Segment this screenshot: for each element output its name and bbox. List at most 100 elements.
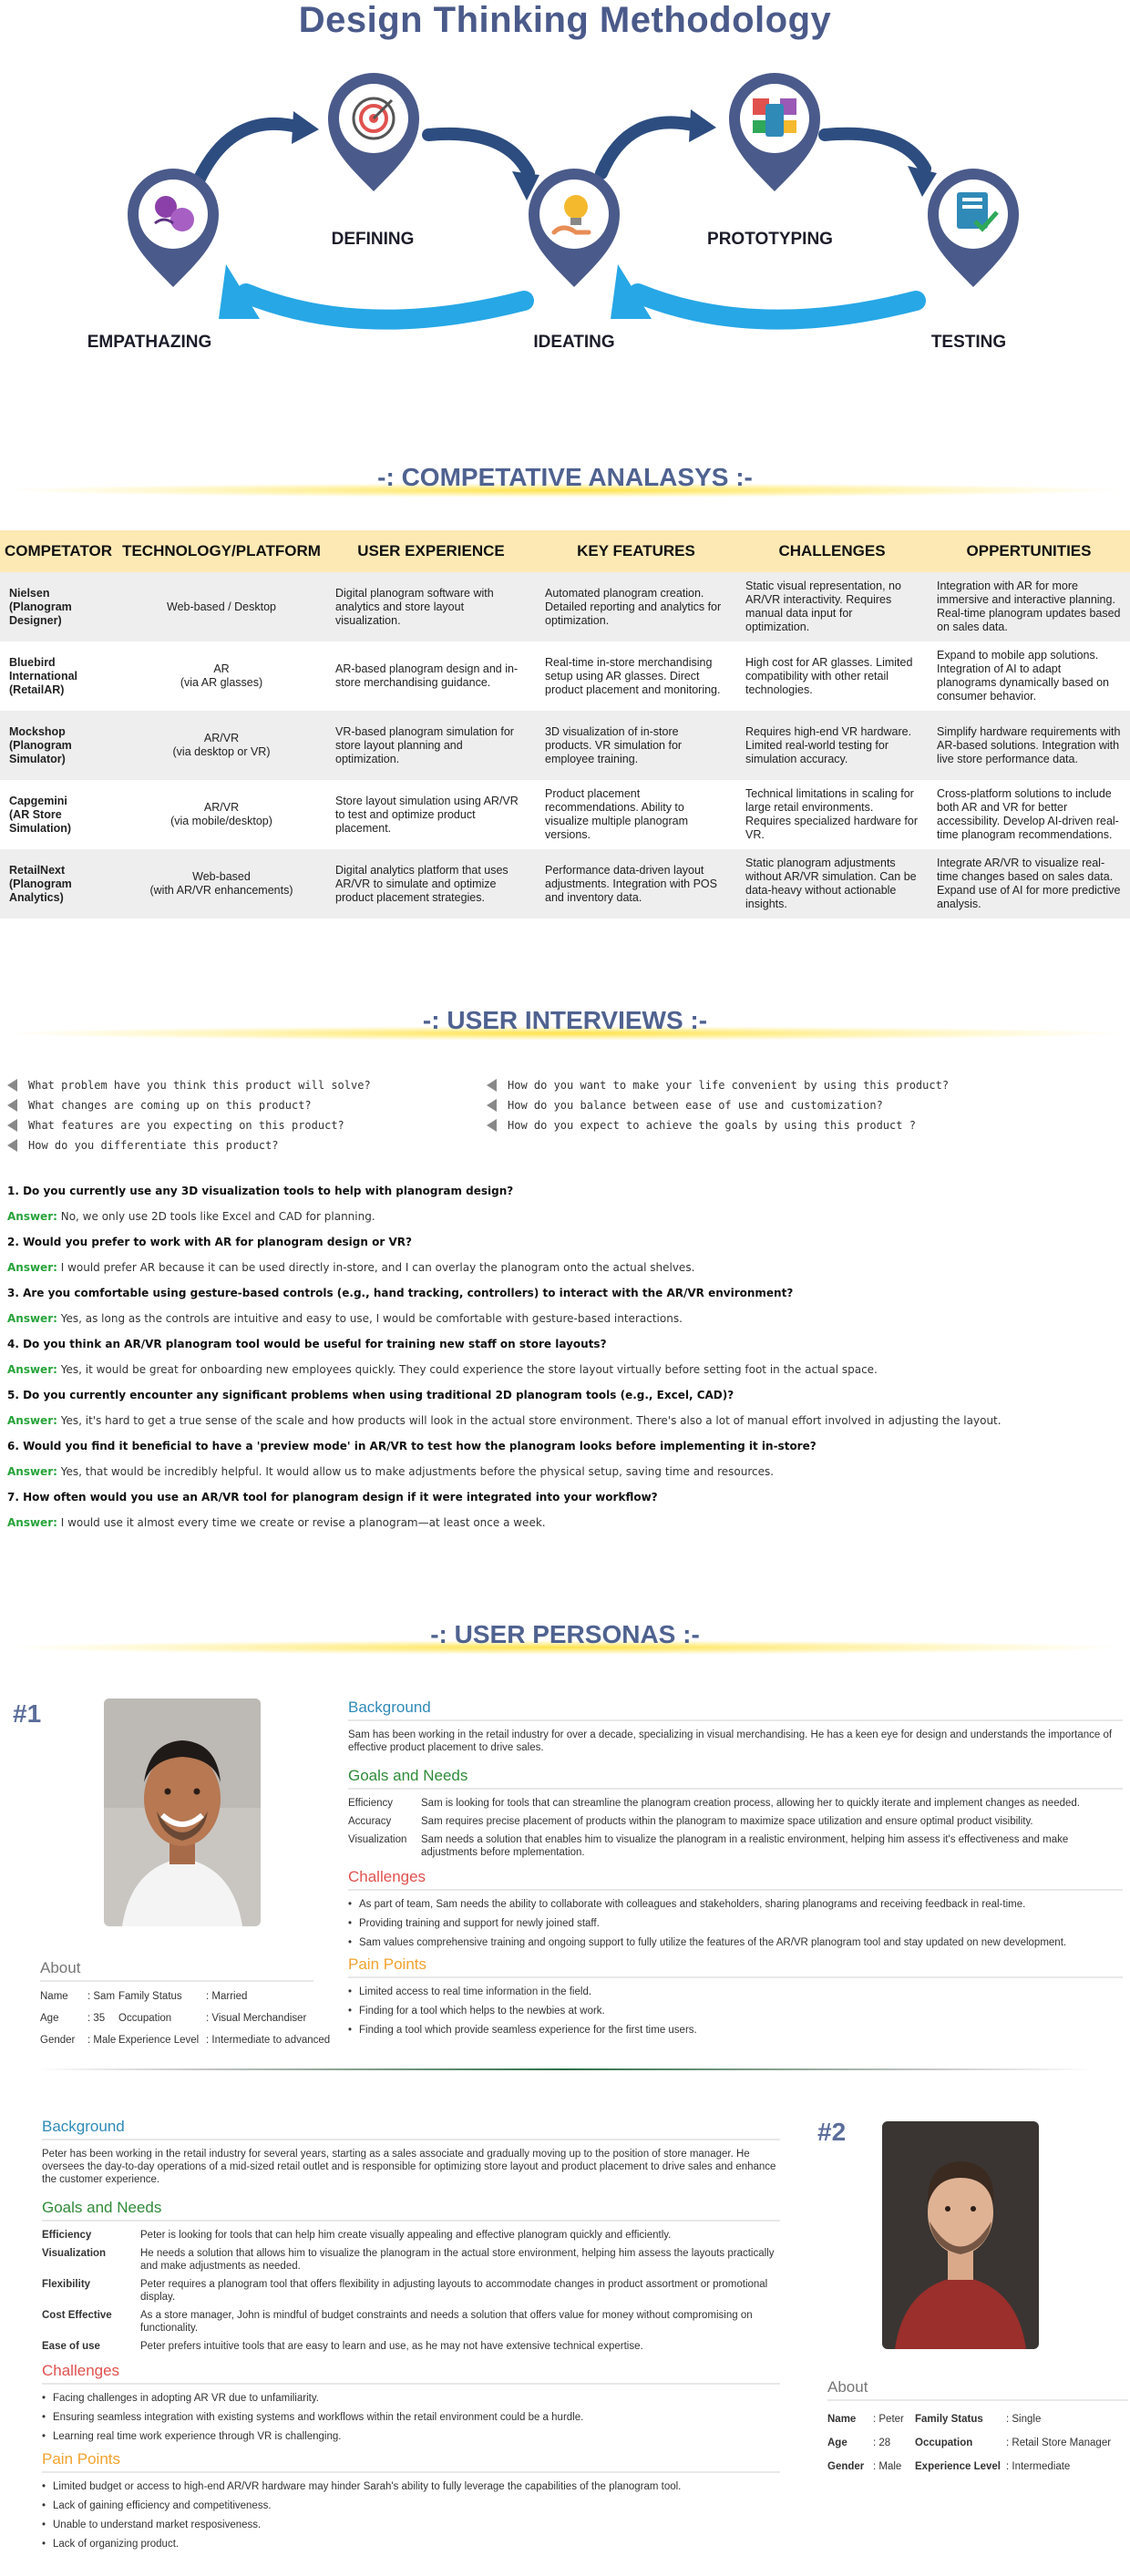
bullet-text: Lack of gaining efficiency and competiti… <box>53 2500 272 2511</box>
prompt-text: What changes are coming up on this produ… <box>28 1099 312 1112</box>
about-name-key: Name <box>827 2414 857 2425</box>
competitive-heading: -: COMPETATIVE ANALASYS :- <box>377 463 753 491</box>
persona-photo <box>104 1699 261 1926</box>
persona-number: #1 <box>13 1699 42 1728</box>
about-title: About <box>40 1959 313 1982</box>
bullet-item: • Facing challenges in adopting AR VR due… <box>42 2392 780 2405</box>
goal-key: Visualization <box>348 1834 407 1845</box>
answer-text: Yes, as long as the controls are intuiti… <box>56 1312 683 1325</box>
bullet-item: • Lack of organizing product. <box>42 2538 780 2550</box>
pain-points-title: Pain Points <box>42 2450 780 2473</box>
goals-list: Efficiency Peter is looking for tools tha… <box>42 2229 780 2353</box>
prompt-text: What features are you expecting on this … <box>28 1119 344 1132</box>
interview-question: 6. Would you find it beneficial to have … <box>7 1440 817 1452</box>
key-features-cell: Real-time in-store merchandising setup u… <box>545 655 721 696</box>
goal-row: Accuracy Sam requires precise placement o… <box>348 1815 1123 1828</box>
arrow-test-to-ideate <box>628 283 926 330</box>
user-experience-cell: Store layout simulation using AR/VR to t… <box>335 794 519 835</box>
table-row: Bluebird International (RetailAR) AR (via… <box>0 641 1130 711</box>
bullet-icon: • <box>42 2431 46 2442</box>
opportunities-cell: Integrate AR/VR to visualize real-time c… <box>928 849 1130 919</box>
opportunities-cell: Cross-platform solutions to include both… <box>937 787 1119 841</box>
technology-cell: AR/VR (via mobile/desktop) <box>170 801 272 827</box>
goals-list: Efficiency Sam is looking for tools that … <box>348 1797 1123 1859</box>
arrow-define-to-ideate <box>422 127 535 180</box>
interview-answer: Answer: Yes, that would be incredibly he… <box>7 1459 1123 1484</box>
table-row: RetailNext (Planogram Analytics) Web-base… <box>0 849 1130 919</box>
about-family-value: : Married <box>206 1991 248 2002</box>
bullet-text: Sam values comprehensive training and on… <box>359 1937 1067 1948</box>
about-occupation-key: Occupation <box>118 2013 172 2024</box>
bullet-text: Finding a tool which provide seamless ex… <box>359 2025 697 2036</box>
prompt-list-left: What problem have you think this product… <box>7 1075 481 1155</box>
bullet-icon: • <box>348 2025 353 2036</box>
goal-row: Flexibility Peter requires a planogram to… <box>42 2278 780 2304</box>
persona-1-about: About Name : Sam Family Status : Married… <box>40 1959 330 2046</box>
bullet-text: Learning real time work experience throu… <box>53 2431 342 2442</box>
persona-1-details: Background Sam has been working in the r… <box>348 1699 1123 2043</box>
about-family-key: Family Status <box>118 1991 182 2002</box>
arrow-empathize-to-define <box>192 117 307 187</box>
competitor-cell: Capgemini (AR Store Simulation) <box>9 794 72 835</box>
answer-label: Answer: <box>7 1363 57 1376</box>
about-age-key: Age <box>40 2013 59 2024</box>
arrow-ideate-to-prototype <box>595 116 704 180</box>
about-age-value: : 28 <box>873 2437 891 2448</box>
interview-answer: Answer: Yes, it's hard to get a true sen… <box>7 1408 1123 1433</box>
key-features-cell: Performance data-driven layout adjustmen… <box>536 849 736 919</box>
about-occupation-value: : Visual Merchandiser <box>206 2013 307 2024</box>
goal-value: Sam is looking for tools that can stream… <box>421 1798 1080 1809</box>
opportunities-cell: Simplify hardware requirements with AR-b… <box>928 711 1130 780</box>
bullet-icon: • <box>42 2481 46 2492</box>
competitor-cell: Bluebird International (RetailAR) <box>9 655 78 696</box>
speaker-icon <box>487 1099 497 1112</box>
persona-divider <box>36 2068 1094 2070</box>
stage-defining: DEFINING <box>331 230 415 249</box>
answer-text: I would use it almost every time we crea… <box>56 1516 546 1529</box>
table-header-row: COMPETATOR TECHNOLOGY/PLATFORM USER EXPE… <box>0 530 1130 572</box>
bullet-item: • Limited budget or access to high-end AR… <box>42 2480 780 2493</box>
table-row: Nielsen (Planogram Designer) Web-based / … <box>0 572 1130 641</box>
about-family-key: Family Status <box>915 2414 983 2425</box>
challenges-title: Challenges <box>348 1868 1123 1891</box>
goal-value: Sam needs a solution that enables him to… <box>421 1834 1069 1858</box>
interview-question: 4. Do you think an AR/VR planogram tool … <box>7 1338 607 1350</box>
arrow-ideate-to-empathize <box>236 283 534 330</box>
about-gender-key: Gender <box>40 2035 76 2046</box>
personas-heading: -: USER PERSONAS :- <box>430 1620 700 1648</box>
persona-2-about: About Name : Peter Family Status : Singl… <box>827 2378 1128 2472</box>
bullet-icon: • <box>42 2500 46 2511</box>
competitor-cell: Mockshop (Planogram Simulator) <box>0 711 117 780</box>
about-name-value: : Sam <box>87 1991 116 2002</box>
interview-answer: Answer: Yes, as long as the controls are… <box>7 1306 1123 1331</box>
opportunities-cell: Integration with AR for more immersive a… <box>928 572 1130 641</box>
goal-key: Efficiency <box>42 2230 92 2241</box>
about-family-value: : Single <box>1006 2414 1042 2425</box>
bullet-icon: • <box>348 1899 353 1910</box>
goal-row: Ease of use Peter prefers intuitive tools… <box>42 2340 780 2353</box>
prompt-item: What changes are coming up on this produ… <box>7 1095 481 1115</box>
bullet-icon: • <box>42 2520 46 2530</box>
about-age-value: : 35 <box>87 2013 106 2024</box>
col-competator: COMPETATOR <box>0 530 117 572</box>
bullet-item: • Unable to understand market resposivene… <box>42 2519 780 2531</box>
answer-label: Answer: <box>7 1414 57 1427</box>
prompt-text: How do you balance between ease of use a… <box>508 1099 883 1112</box>
answer-label: Answer: <box>7 1465 57 1478</box>
col-challenges: CHALLENGES <box>736 530 928 572</box>
bullet-item: • Sam values comprehensive training and o… <box>348 1936 1123 1949</box>
prompt-item: What features are you expecting on this … <box>7 1115 481 1135</box>
table-row: Mockshop (Planogram Simulator) AR/VR (via… <box>0 711 1130 780</box>
interview-question: 1. Do you currently use any 3D visualiza… <box>7 1185 514 1197</box>
interview-question: 5. Do you currently encounter any signif… <box>7 1389 734 1401</box>
goal-value: Peter prefers intuitive tools that are e… <box>140 2341 643 2352</box>
stage-empathazing: EMPATHAZING <box>87 333 212 352</box>
define-pin-icon <box>328 73 419 191</box>
challenges-cell: Static planogram adjustments without AR/… <box>736 849 928 919</box>
about-experience-value: : Intermediate <box>1006 2461 1071 2472</box>
goal-key: Cost Effective <box>42 2310 112 2321</box>
about-experience-value: : Intermediate to advanced <box>206 2035 331 2046</box>
challenges-cell: High cost for AR glasses. Limited compat… <box>745 655 913 696</box>
answer-label: Answer: <box>7 1516 57 1529</box>
answer-text: No, we only use 2D tools like Excel and … <box>56 1210 375 1223</box>
